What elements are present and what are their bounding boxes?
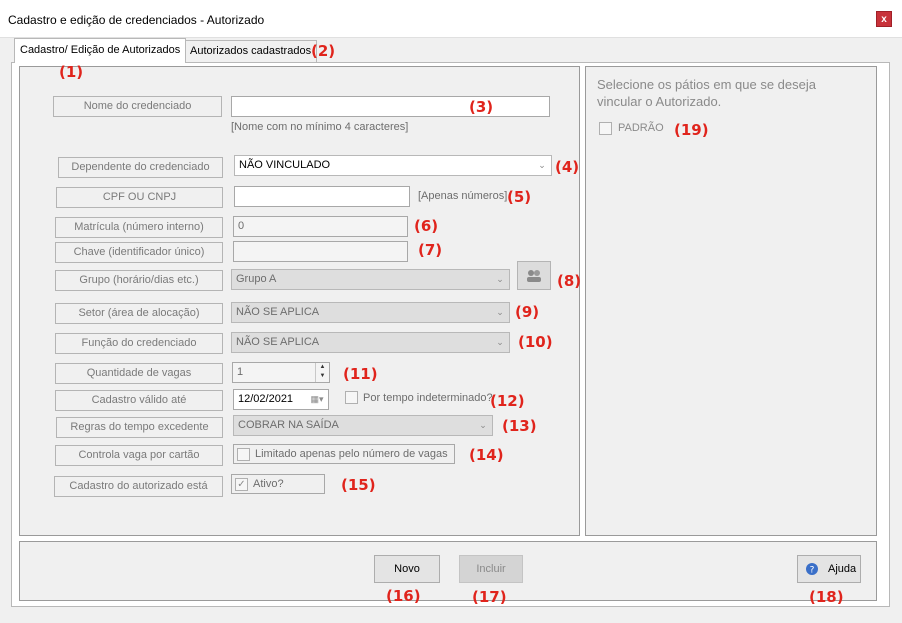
controla-label: Controla vaga por cartão	[55, 445, 223, 466]
nome-label: Nome do credenciado	[53, 96, 222, 117]
annotation-8: (8)	[557, 272, 582, 290]
cpf-label: CPF OU CNPJ	[56, 187, 223, 208]
calendar-icon: ▦▾	[310, 394, 324, 404]
window-title: Cadastro e edição de credenciados - Auto…	[8, 13, 265, 27]
annotation-14: (14)	[469, 446, 504, 464]
close-button[interactable]: x	[876, 11, 892, 27]
svg-text:?: ?	[810, 566, 815, 576]
nome-input[interactable]	[231, 96, 550, 117]
annotation-17: (17)	[472, 588, 507, 606]
dependente-label: Dependente do credenciado	[58, 157, 223, 178]
annotation-13: (13)	[502, 417, 537, 435]
setor-select[interactable]: NÃO SE APLICA ⌄	[231, 302, 510, 323]
annotation-3: (3)	[469, 98, 494, 116]
dependente-value: NÃO VINCULADO	[239, 159, 331, 171]
chevron-down-icon: ⌄	[538, 160, 546, 170]
vagas-label: Quantidade de vagas	[55, 363, 223, 384]
help-icon: ?	[806, 563, 818, 576]
ativo-checkbox-box[interactable]: ✓ Ativo?	[231, 474, 325, 494]
dependente-select[interactable]: NÃO VINCULADO ⌄	[234, 155, 552, 176]
annotation-15: (15)	[341, 476, 376, 494]
setor-value: NÃO SE APLICA	[236, 306, 320, 318]
vagas-value: 1	[237, 366, 244, 378]
cpf-hint: [Apenas números]	[418, 190, 508, 202]
chave-input[interactable]	[233, 241, 408, 262]
vagas-stepper[interactable]: 1 ▲ ▼	[232, 362, 330, 383]
grupo-select[interactable]: Grupo A ⌄	[231, 269, 510, 290]
funcao-label: Função do credenciado	[55, 333, 223, 354]
chevron-down-icon: ⌄	[496, 307, 504, 317]
chevron-down-icon: ⌄	[496, 337, 504, 347]
annotation-4: (4)	[555, 158, 580, 176]
incluir-button[interactable]: Incluir	[459, 555, 523, 583]
matricula-label: Matrícula (número interno)	[55, 217, 223, 238]
controla-checkbox-box[interactable]: Limitado apenas pelo número de vagas	[233, 444, 455, 464]
nome-hint: [Nome com no mínimo 4 caracteres]	[231, 121, 409, 133]
annotation-10: (10)	[518, 333, 553, 351]
grupo-label: Grupo (horário/dias etc.)	[55, 270, 223, 291]
indeterminado-checkbox[interactable]	[345, 391, 358, 404]
valido-label: Cadastro válido até	[55, 390, 223, 411]
regras-select[interactable]: COBRAR NA SAÍDA ⌄	[233, 415, 493, 436]
annotation-9: (9)	[515, 303, 540, 321]
chevron-down-icon: ⌄	[496, 274, 504, 284]
grupo-edit-button[interactable]	[517, 261, 551, 290]
controla-checkbox-label: Limitado apenas pelo número de vagas	[255, 448, 448, 460]
matricula-input[interactable]: 0	[233, 216, 408, 237]
status-label: Cadastro do autorizado está	[54, 476, 223, 497]
chevron-down-icon: ⌄	[479, 420, 487, 430]
tab-cadastro-edicao[interactable]: Cadastro/ Edição de Autorizados	[14, 38, 187, 63]
patio-padrao-checkbox[interactable]	[599, 122, 612, 135]
stepper-arrows[interactable]: ▲ ▼	[315, 363, 329, 382]
setor-label: Setor (área de alocação)	[55, 303, 223, 324]
annotation-1: (1)	[59, 63, 84, 81]
annotation-11: (11)	[343, 365, 378, 383]
novo-button[interactable]: Novo	[374, 555, 440, 583]
ajuda-button[interactable]: ? Ajuda	[797, 555, 861, 583]
patios-group	[585, 66, 877, 536]
annotation-6: (6)	[414, 217, 439, 235]
tab-autorizados-cadastrados[interactable]: Autorizados cadastrados	[184, 40, 318, 62]
cpf-input[interactable]	[234, 186, 410, 207]
valido-value: 12/02/2021	[238, 393, 294, 405]
valido-date-picker[interactable]: 12/02/2021 ▦▾	[233, 389, 329, 410]
annotation-12: (12)	[490, 392, 525, 410]
buttons-group	[19, 541, 877, 601]
indeterminado-label: Por tempo indeterminado?	[363, 392, 493, 404]
patios-instruction: Selecione os pátios em que se deseja vin…	[597, 77, 816, 109]
annotation-18: (18)	[809, 588, 844, 606]
ativo-checkbox[interactable]: ✓	[235, 478, 248, 491]
funcao-value: NÃO SE APLICA	[236, 336, 320, 348]
grupo-value: Grupo A	[236, 273, 277, 285]
annotation-16: (16)	[386, 587, 421, 605]
regras-value: COBRAR NA SAÍDA	[238, 419, 339, 431]
funcao-select[interactable]: NÃO SE APLICA ⌄	[231, 332, 510, 353]
users-icon	[527, 270, 541, 282]
ativo-checkbox-label: Ativo?	[253, 478, 284, 490]
annotation-19: (19)	[674, 121, 709, 139]
annotation-2: (2)	[311, 42, 336, 60]
regras-label: Regras do tempo excedente	[56, 417, 223, 438]
chave-label: Chave (identificador único)	[55, 242, 223, 263]
patio-padrao-label: PADRÃO	[618, 122, 664, 134]
annotation-5: (5)	[507, 188, 532, 206]
controla-checkbox[interactable]	[237, 448, 250, 461]
annotation-7: (7)	[418, 241, 443, 259]
ajuda-label: Ajuda	[828, 563, 857, 575]
